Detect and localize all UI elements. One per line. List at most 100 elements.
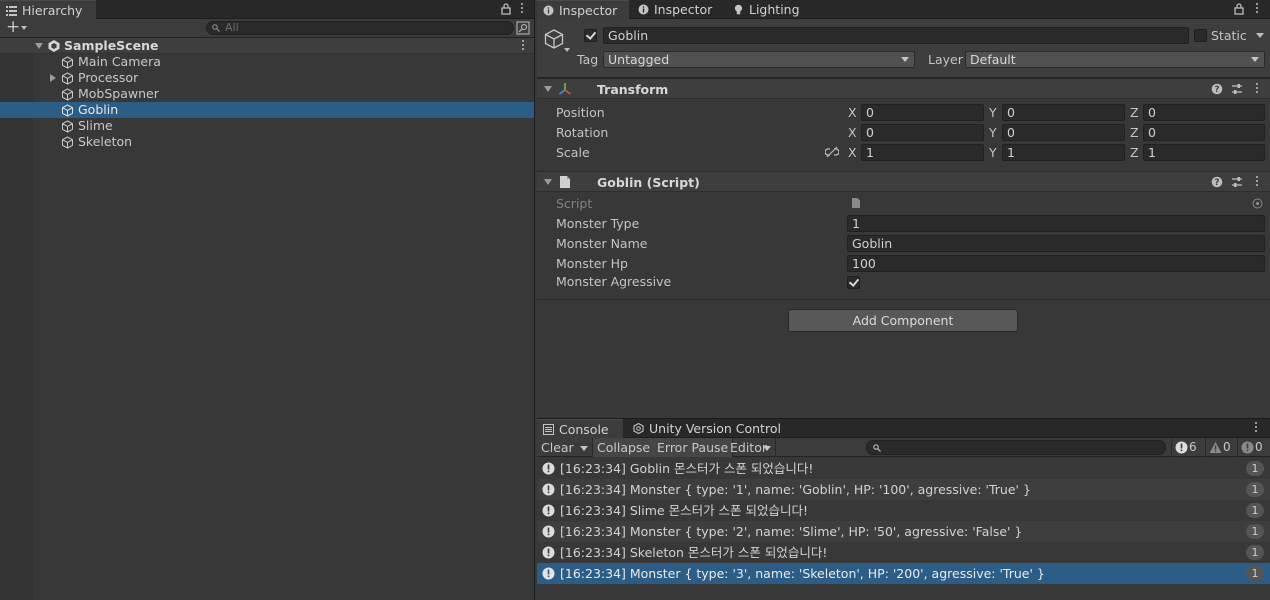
active-checkbox[interactable] — [584, 29, 597, 42]
tab-unity-version-control[interactable]: Unity Version Control — [627, 419, 781, 438]
info-count-toggle[interactable]: 6 — [1171, 438, 1205, 457]
clear-button[interactable]: Clear — [537, 438, 593, 457]
hierarchy-item-label: Processor — [78, 70, 139, 85]
scene-expand-arrow[interactable] — [35, 43, 43, 49]
hierarchy-panel: Hierarchy + All SampleScene Main Camera — [0, 0, 535, 600]
layer-dropdown[interactable]: Default — [965, 51, 1265, 68]
script-object-field[interactable] — [847, 195, 1265, 212]
editor-dropdown[interactable]: Editor — [726, 438, 776, 457]
add-button[interactable]: + — [6, 17, 20, 37]
scale-y-field[interactable]: 1 — [1002, 144, 1125, 161]
gameobject-icon — [62, 136, 73, 149]
hierarchy-menu-icon[interactable] — [520, 3, 524, 15]
lock-icon[interactable] — [1232, 2, 1246, 16]
log-count-badge: 1 — [1246, 545, 1264, 560]
tab-inspector-1[interactable]: Inspector — [537, 0, 629, 19]
position-y-field[interactable]: 0 — [1002, 104, 1125, 121]
static-checkbox[interactable] — [1194, 29, 1207, 42]
error-count-toggle[interactable]: 0 — [1237, 438, 1270, 457]
hierarchy-item-goblin[interactable]: Goblin — [0, 102, 534, 118]
warning-icon — [1209, 442, 1222, 453]
log-count-badge: 1 — [1246, 503, 1264, 518]
help-icon[interactable]: ? — [1211, 83, 1223, 95]
transform-icon — [559, 83, 571, 95]
log-message: [16:23:34] Monster { type: '3', name: 'S… — [560, 566, 1045, 581]
presets-icon[interactable] — [1231, 83, 1243, 95]
transform-menu-icon[interactable] — [1255, 83, 1259, 95]
svg-text:?: ? — [1215, 178, 1220, 188]
presets-icon[interactable] — [1231, 176, 1243, 188]
hierarchy-item-slime[interactable]: Slime — [0, 118, 534, 134]
tab-inspector-2[interactable]: Inspector — [632, 0, 724, 19]
console-menu-icon[interactable] — [1254, 422, 1258, 434]
log-entry[interactable]: [16:23:34] Skeleton 몬스터가 스폰 되었습니다! 1 — [537, 542, 1270, 563]
hierarchy-item-skeleton[interactable]: Skeleton — [0, 134, 534, 150]
rotation-z-field[interactable]: 0 — [1143, 124, 1265, 141]
warning-count: 0 — [1223, 440, 1231, 454]
fold-arrow-icon[interactable] — [544, 86, 552, 92]
tab-unity-version-control-label: Unity Version Control — [649, 421, 781, 436]
monster-type-label: Monster Type — [556, 216, 640, 231]
log-entry[interactable]: [16:23:34] Slime 몬스터가 스폰 되었습니다! 1 — [537, 500, 1270, 521]
log-message: [16:23:34] Monster { type: '2', name: 'S… — [560, 524, 1023, 539]
position-z-field[interactable]: 0 — [1143, 104, 1265, 121]
monster-type-field[interactable]: 1 — [847, 215, 1265, 232]
scene-menu-icon[interactable] — [521, 40, 525, 52]
fold-arrow-icon[interactable] — [544, 179, 552, 185]
log-entry[interactable]: [16:23:34] Monster { type: '1', name: 'G… — [537, 479, 1270, 500]
position-axis-y: Y — [989, 105, 997, 120]
chevron-down-icon — [901, 57, 909, 62]
expand-arrow-icon[interactable] — [50, 74, 56, 82]
log-entry[interactable]: [16:23:34] Goblin 몬스터가 스폰 되었습니다! 1 — [537, 458, 1270, 479]
hierarchy-tabbar: Hierarchy — [0, 0, 534, 19]
object-name-field[interactable]: Goblin — [603, 27, 1189, 44]
clear-dropdown-icon[interactable] — [580, 446, 588, 451]
log-entry[interactable]: [16:23:34] Monster { type: '2', name: 'S… — [537, 521, 1270, 542]
monster-name-field[interactable]: Goblin — [847, 235, 1265, 252]
position-x-field[interactable]: 0 — [861, 104, 984, 121]
warning-count-toggle[interactable]: 0 — [1205, 438, 1237, 457]
transform-header[interactable]: Transform ? — [537, 78, 1270, 99]
search-icon — [212, 24, 220, 32]
position-axis-x: X — [848, 105, 857, 120]
gameobject-icon — [62, 72, 73, 85]
icon-dropdown-icon[interactable] — [564, 48, 570, 52]
scene-row[interactable]: SampleScene — [0, 38, 534, 54]
console-search-input[interactable] — [866, 440, 1166, 455]
tab-lighting[interactable]: Lighting — [727, 0, 807, 19]
static-dropdown-icon[interactable] — [1256, 33, 1264, 38]
rotation-x-field[interactable]: 0 — [861, 124, 984, 141]
tag-dropdown[interactable]: Untagged — [603, 51, 915, 68]
script-component-header[interactable]: Goblin (Script) ? — [537, 171, 1270, 192]
rotation-axis-z: Z — [1130, 125, 1139, 140]
scale-z-field[interactable]: 1 — [1143, 144, 1265, 161]
scale-x-field[interactable]: 1 — [861, 144, 984, 161]
info-count: 6 — [1189, 440, 1197, 454]
monster-hp-field[interactable]: 100 — [847, 255, 1265, 272]
lock-icon[interactable] — [499, 2, 513, 16]
monster-agressive-checkbox[interactable] — [847, 276, 860, 289]
rotation-y-field[interactable]: 0 — [1002, 124, 1125, 141]
help-icon[interactable]: ? — [1211, 176, 1223, 188]
hierarchy-item-main-camera[interactable]: Main Camera — [0, 54, 534, 70]
log-entry-selected[interactable]: [16:23:34] Monster { type: '3', name: 'S… — [537, 563, 1270, 584]
inspector-menu-icon[interactable] — [1255, 3, 1259, 15]
collapse-button[interactable]: Collapse — [593, 438, 656, 457]
unlink-icon[interactable] — [825, 146, 839, 158]
hierarchy-item-processor[interactable]: Processor — [0, 70, 534, 86]
rotation-axis-x: X — [848, 125, 857, 140]
add-dropdown-icon[interactable] — [21, 26, 27, 30]
script-menu-icon[interactable] — [1255, 176, 1259, 188]
info-message-icon — [542, 462, 555, 475]
list-icon — [6, 6, 17, 16]
tab-lighting-label: Lighting — [749, 2, 800, 17]
hierarchy-item-mobspawner[interactable]: MobSpawner — [0, 86, 534, 102]
tab-console[interactable]: Console — [537, 419, 623, 438]
object-picker-icon[interactable] — [1252, 198, 1263, 209]
add-component-button[interactable]: Add Component — [788, 309, 1018, 332]
scene-search-icon[interactable] — [516, 21, 530, 35]
info-message-icon — [542, 504, 555, 517]
hierarchy-search-input[interactable]: All — [206, 21, 514, 35]
error-pause-button[interactable]: Error Pause — [653, 438, 734, 457]
inspector-tabbar: Inspector Inspector Lighting — [537, 0, 1270, 19]
